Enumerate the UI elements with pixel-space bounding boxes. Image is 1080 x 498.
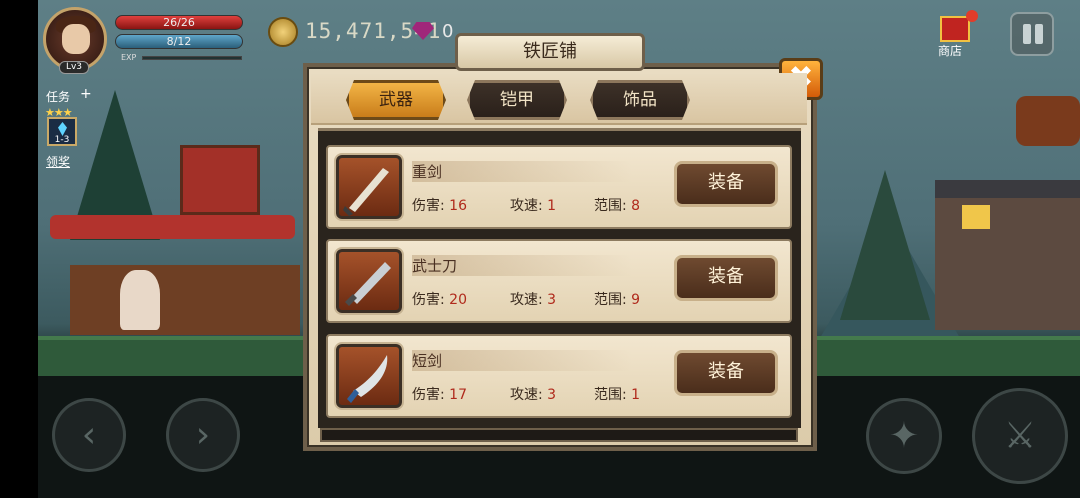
speed-label: 攻速: bbox=[510, 387, 543, 403]
range-label: 范围: bbox=[594, 292, 627, 308]
speed-label: 攻速: bbox=[510, 198, 543, 214]
tab-accessories[interactable]: 饰品 bbox=[590, 80, 690, 120]
item-damage: 伤害: 17 bbox=[412, 384, 467, 404]
damage-value: 20 bbox=[449, 292, 467, 308]
quest-stage-button[interactable]: 1-3 bbox=[47, 117, 77, 146]
item-damage: 伤害: 20 bbox=[412, 289, 467, 309]
damage-label: 伤害: bbox=[412, 387, 445, 403]
panel-title: 铁匠铺 bbox=[455, 33, 645, 71]
shop-label[interactable]: 商店 bbox=[938, 42, 962, 59]
pause-icon bbox=[1035, 24, 1043, 44]
range-value: 8 bbox=[631, 198, 641, 214]
dagger-icon[interactable] bbox=[336, 344, 402, 408]
npc-character bbox=[120, 270, 160, 330]
list-item: 短剑 伤害: 17 攻速: 3 范围: 1 装备 bbox=[326, 334, 792, 418]
attack-button[interactable]: ⚔ bbox=[972, 388, 1068, 484]
pause-button[interactable] bbox=[1010, 12, 1054, 56]
item-speed: 攻速: 1 bbox=[510, 195, 556, 215]
building-window bbox=[962, 205, 990, 229]
quest-label[interactable]: 任务 bbox=[46, 88, 70, 105]
panel-bottom-strip bbox=[320, 428, 798, 442]
letterbox-left bbox=[0, 0, 38, 498]
speed-value: 3 bbox=[547, 292, 557, 308]
item-name: 武士刀 bbox=[412, 255, 632, 276]
quest-crystal-icon bbox=[58, 122, 67, 136]
level-badge: Lv3 bbox=[59, 61, 89, 74]
quest-stage-label: 1-3 bbox=[54, 135, 70, 145]
item-speed: 攻速: 3 bbox=[510, 384, 556, 404]
left-arrow-icon: ‹ bbox=[81, 414, 97, 456]
sword-icon[interactable] bbox=[336, 155, 402, 219]
tab-armor[interactable]: 铠甲 bbox=[467, 80, 567, 120]
right-arrow-icon: › bbox=[195, 414, 211, 456]
item-name: 重剑 bbox=[412, 161, 632, 182]
market-stall bbox=[70, 265, 300, 335]
range-value: 9 bbox=[631, 292, 641, 308]
speed-value: 1 bbox=[547, 198, 557, 214]
speed-value: 3 bbox=[547, 387, 557, 403]
damage-label: 伤害: bbox=[412, 292, 445, 308]
pause-icon bbox=[1023, 24, 1031, 44]
item-range: 范围: 1 bbox=[594, 384, 640, 404]
market-awning bbox=[50, 215, 295, 239]
speed-label: 攻速: bbox=[510, 292, 543, 308]
equip-button[interactable]: 装备 bbox=[674, 255, 778, 301]
exp-bar bbox=[142, 56, 242, 60]
damage-label: 伤害: bbox=[412, 198, 445, 214]
exp-label: EXP bbox=[121, 53, 137, 62]
list-item: 重剑 伤害: 16 攻速: 1 范围: 8 装备 bbox=[326, 145, 792, 229]
reward-link[interactable]: 领奖 bbox=[46, 153, 70, 170]
joystick-right[interactable]: › bbox=[166, 398, 240, 472]
list-item: 武士刀 伤害: 20 攻速: 3 范围: 9 装备 bbox=[326, 239, 792, 323]
hp-bar: 26/26 bbox=[115, 15, 243, 30]
skill-button[interactable]: ✦ bbox=[866, 398, 942, 474]
joystick-left[interactable]: ‹ bbox=[52, 398, 126, 472]
gem-count: 0 bbox=[442, 21, 454, 42]
item-range: 范围: 9 bbox=[594, 289, 640, 309]
range-value: 1 bbox=[631, 387, 641, 403]
blacksmith-building bbox=[935, 180, 1080, 330]
item-speed: 攻速: 3 bbox=[510, 289, 556, 309]
tab-weapons[interactable]: 武器 bbox=[346, 80, 446, 120]
skill-icon: ✦ bbox=[888, 415, 920, 457]
range-label: 范围: bbox=[594, 387, 627, 403]
mp-bar: 8/12 bbox=[115, 34, 243, 49]
range-label: 范围: bbox=[594, 198, 627, 214]
katana-icon[interactable] bbox=[336, 249, 402, 313]
item-range: 范围: 8 bbox=[594, 195, 640, 215]
attack-icon: ⚔ bbox=[1003, 415, 1037, 457]
damage-value: 16 bbox=[449, 198, 467, 214]
barrel bbox=[1016, 96, 1080, 146]
pine-tree bbox=[840, 170, 930, 320]
game-scene: Lv3 26/26 8/12 EXP 15,471,541 0 任务 + ★★★… bbox=[0, 0, 1080, 498]
shop-sign bbox=[180, 145, 260, 215]
quest-expand-icon[interactable]: + bbox=[80, 86, 92, 102]
shop-gift-icon bbox=[940, 16, 970, 42]
damage-value: 17 bbox=[449, 387, 467, 403]
coin-icon bbox=[268, 17, 298, 47]
notification-dot bbox=[966, 10, 978, 22]
shop-button[interactable] bbox=[936, 10, 978, 46]
equip-button[interactable]: 装备 bbox=[674, 350, 778, 396]
item-damage: 伤害: 16 bbox=[412, 195, 467, 215]
item-name: 短剑 bbox=[412, 350, 632, 371]
equip-button[interactable]: 装备 bbox=[674, 161, 778, 207]
avatar-face bbox=[62, 24, 90, 54]
